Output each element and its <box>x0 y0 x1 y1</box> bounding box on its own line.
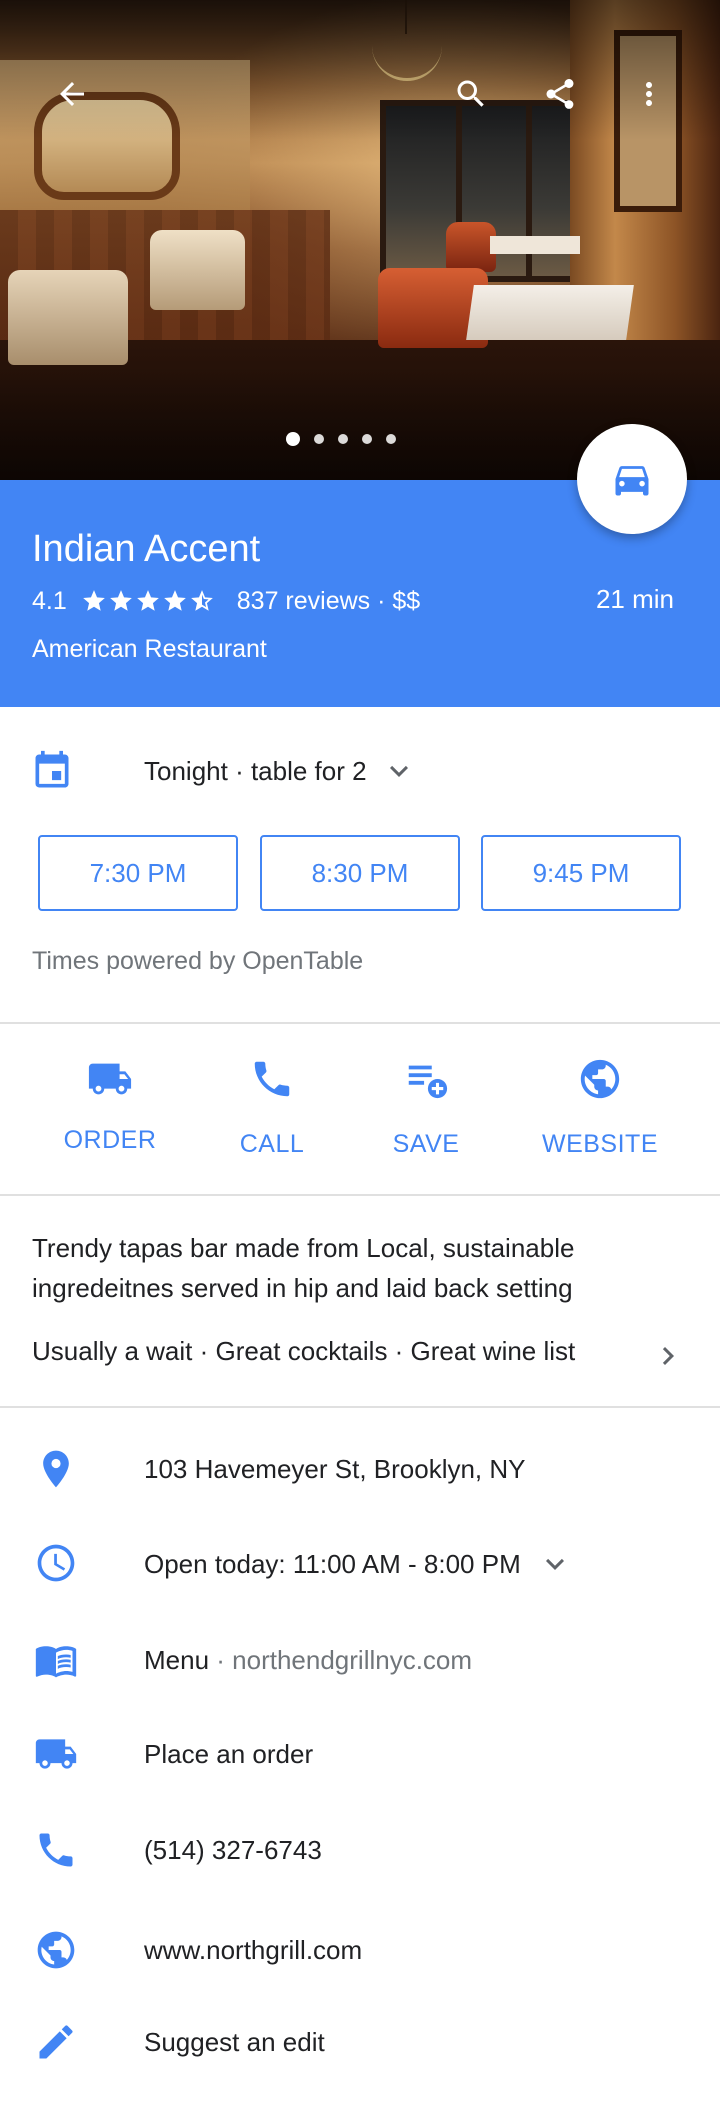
menu-label: Menu <box>144 1645 210 1675</box>
car-icon <box>615 466 649 496</box>
star-full-icon <box>81 588 107 614</box>
party-size-dropdown[interactable]: Tonight · table for 2 <box>144 753 417 789</box>
time-slot-button[interactable]: 7:30 PM <box>38 835 238 911</box>
order-label: ORDER <box>63 1126 157 1154</box>
star-full-icon <box>162 588 188 614</box>
pencil-icon <box>34 2020 78 2064</box>
quick-actions: ORDER CALL SAVE WEBSITE <box>0 1022 720 1196</box>
place-name: Indian Accent <box>32 528 261 570</box>
description-section: Trendy tapas bar made from Local, sustai… <box>0 1194 720 1408</box>
search-icon <box>457 80 484 107</box>
place-order-row[interactable]: Place an order <box>0 1719 720 1789</box>
phone-icon <box>254 1061 290 1097</box>
place-category: American Restaurant <box>32 635 267 663</box>
search-button[interactable] <box>447 70 495 118</box>
pager-dot[interactable] <box>338 434 348 444</box>
arrow-back-icon <box>60 82 84 106</box>
more-options-button[interactable] <box>625 70 673 118</box>
menu-row[interactable]: Menu · northendgrillnyc.com <box>0 1625 720 1695</box>
phone-icon <box>34 1828 78 1872</box>
pager-dot[interactable] <box>362 434 372 444</box>
website-text: www.northgrill.com <box>144 1935 363 1965</box>
website-button[interactable]: WEBSITE <box>520 1056 680 1176</box>
suggest-edit-text: Suggest an edit <box>144 2027 325 2057</box>
calendar-icon <box>30 749 74 793</box>
phone-text: (514) 327-6743 <box>144 1835 322 1865</box>
menu-text: Menu · northendgrillnyc.com <box>144 1643 472 1677</box>
save-button[interactable]: SAVE <box>366 1056 486 1176</box>
photo-table <box>490 236 580 254</box>
reviews-and-price: 837 reviews · $$ <box>236 587 421 615</box>
photo-toolbar <box>0 70 720 120</box>
website-label: WEBSITE <box>541 1130 658 1158</box>
photo-pager <box>286 432 396 446</box>
place-description: Trendy tapas bar made from Local, sustai… <box>32 1233 575 1303</box>
call-label: CALL <box>239 1130 305 1158</box>
globe-icon <box>34 1928 78 1972</box>
address-row[interactable]: 103 Havemeyer St, Brooklyn, NY <box>0 1434 720 1504</box>
highlights-link[interactable]: Usually a wait · Great cocktails · Great… <box>32 1334 692 1368</box>
chevron-right-icon[interactable] <box>650 1338 686 1374</box>
photo-chair <box>446 222 496 272</box>
menu-site: northendgrillnyc.com <box>232 1645 473 1675</box>
place-order-text: Place an order <box>144 1739 314 1769</box>
pager-dot[interactable] <box>314 434 324 444</box>
photo-armchair <box>8 270 128 365</box>
share-button[interactable] <box>536 70 584 118</box>
rating-value: 4.1 <box>32 587 67 615</box>
party-size-label: Tonight · table for 2 <box>144 756 367 786</box>
order-button[interactable]: ORDER <box>50 1056 170 1176</box>
globe-icon <box>580 1059 620 1099</box>
hours-dropdown[interactable]: Open today: 11:00 AM - 8:00 PM <box>144 1546 573 1582</box>
star-full-icon <box>108 588 134 614</box>
playlist-add-icon <box>408 1065 448 1099</box>
chevron-down-icon <box>389 765 408 777</box>
address-text: 103 Havemeyer St, Brooklyn, NY <box>144 1454 526 1484</box>
time-slot-button[interactable]: 9:45 PM <box>481 835 681 911</box>
rating-stars <box>81 588 215 614</box>
hours-row[interactable]: Open today: 11:00 AM - 8:00 PM <box>0 1528 720 1598</box>
drive-time: 21 min <box>595 584 674 614</box>
website-row[interactable]: www.northgrill.com <box>0 1915 720 1985</box>
share-icon <box>546 79 574 109</box>
call-button[interactable]: CALL <box>212 1056 332 1176</box>
clock-icon <box>34 1541 78 1585</box>
place-photo[interactable] <box>0 0 720 480</box>
opentable-attribution: Times powered by OpenTable <box>32 947 364 975</box>
delivery-truck-icon <box>34 1732 78 1776</box>
directions-button[interactable] <box>577 424 687 534</box>
pager-dot[interactable] <box>386 434 396 444</box>
location-pin-icon <box>34 1447 78 1491</box>
chevron-down-icon <box>545 1558 564 1570</box>
delivery-truck-icon <box>88 1063 132 1095</box>
reservation-section: Tonight · table for 2 7:30 PM 8:30 PM 9:… <box>0 707 720 1024</box>
hours-text: Open today: 11:00 AM - 8:00 PM <box>144 1549 521 1579</box>
menu-separator: · <box>209 1645 233 1675</box>
menu-book-icon <box>34 1638 78 1682</box>
save-label: SAVE <box>392 1130 460 1158</box>
back-button[interactable] <box>48 70 96 118</box>
star-full-icon <box>135 588 161 614</box>
suggest-edit-row[interactable]: Suggest an edit <box>0 2007 720 2077</box>
photo-armchair <box>150 230 245 310</box>
more-vert-icon <box>646 82 652 106</box>
photo-table <box>466 285 634 340</box>
time-slot-button[interactable]: 8:30 PM <box>260 835 460 911</box>
phone-row[interactable]: (514) 327-6743 <box>0 1815 720 1885</box>
rating-row[interactable]: 4.1 837 reviews · $$ <box>32 586 420 616</box>
star-half-icon <box>189 588 215 614</box>
pager-dot-active[interactable] <box>286 432 300 446</box>
